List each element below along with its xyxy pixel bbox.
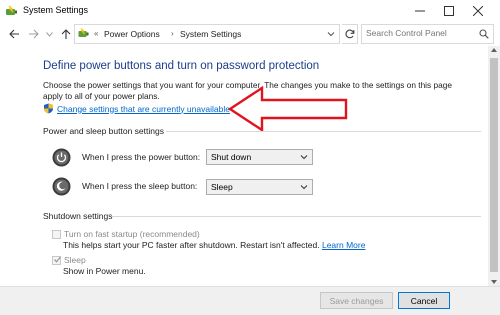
fast-startup-desc-text: This helps start your PC faster after sh… xyxy=(63,240,320,250)
breadcrumb-power-options[interactable]: Power Options xyxy=(104,29,160,39)
sleep-button-value: Sleep xyxy=(211,182,233,192)
minimize-icon xyxy=(415,10,425,12)
title-bar: System Settings xyxy=(0,0,500,22)
sleep-option-description: Show in Power menu. xyxy=(63,266,146,276)
scroll-down-icon[interactable] xyxy=(490,278,498,286)
search-input[interactable] xyxy=(366,28,476,38)
power-sleep-section-title: Power and sleep button settings xyxy=(43,126,164,136)
sleep-checkbox[interactable] xyxy=(52,256,61,265)
power-button-label: When I press the power button: xyxy=(82,152,201,162)
chevron-down-icon xyxy=(300,185,308,190)
arrow-right-icon xyxy=(28,29,39,39)
footer-bar: Save changes Cancel xyxy=(0,286,500,315)
cancel-button[interactable]: Cancel xyxy=(398,292,450,309)
search-icon xyxy=(479,29,489,39)
annotation-arrow xyxy=(228,86,348,132)
breadcrumb-separator[interactable]: › xyxy=(171,29,174,38)
address-bar[interactable]: « Power Options › System Settings xyxy=(74,24,340,44)
arrow-left-icon xyxy=(8,29,19,39)
refresh-icon xyxy=(344,29,354,39)
refresh-button[interactable] xyxy=(342,24,358,44)
minimize-button[interactable] xyxy=(406,0,434,22)
recent-locations-button[interactable] xyxy=(44,26,54,42)
vertical-scrollbar[interactable] xyxy=(488,46,500,286)
sleep-button-row: When I press the sleep button: Sleep xyxy=(52,177,313,196)
chevron-down-icon xyxy=(300,155,308,160)
back-button[interactable] xyxy=(7,26,21,42)
power-options-icon xyxy=(6,5,17,15)
breadcrumb-system-settings[interactable]: System Settings xyxy=(180,29,241,39)
uac-shield-icon xyxy=(44,103,53,114)
chevron-down-icon xyxy=(45,31,53,37)
up-button[interactable] xyxy=(59,26,73,42)
fast-startup-option[interactable]: Turn on fast startup (recommended) xyxy=(52,229,200,239)
arrow-up-icon xyxy=(61,28,71,39)
power-button-icon xyxy=(52,148,71,167)
navigation-bar: « Power Options › System Settings xyxy=(0,22,500,46)
section-divider xyxy=(112,216,481,217)
fast-startup-label: Turn on fast startup (recommended) xyxy=(64,229,200,239)
sleep-button-icon xyxy=(52,177,71,196)
maximize-button[interactable] xyxy=(435,0,463,22)
save-changes-button[interactable]: Save changes xyxy=(320,292,393,309)
breadcrumb-overflow[interactable]: « xyxy=(94,29,98,38)
control-panel-icon xyxy=(78,28,89,37)
close-icon xyxy=(473,6,483,16)
forward-button[interactable] xyxy=(26,26,40,42)
scroll-up-icon[interactable] xyxy=(490,46,498,54)
section-divider xyxy=(166,131,481,132)
change-settings-link[interactable]: Change settings that are currently unava… xyxy=(57,104,230,114)
scrollbar-thumb[interactable] xyxy=(490,58,498,272)
maximize-icon xyxy=(444,6,454,16)
sleep-option[interactable]: Sleep xyxy=(52,255,86,265)
sleep-button-label: When I press the sleep button: xyxy=(82,181,198,191)
power-button-select[interactable]: Shut down xyxy=(206,149,313,165)
fast-startup-description: This helps start your PC faster after sh… xyxy=(63,240,365,250)
close-button[interactable] xyxy=(464,0,492,22)
sleep-option-label: Sleep xyxy=(64,255,86,265)
search-box[interactable] xyxy=(361,24,494,44)
page-heading: Define power buttons and turn on passwor… xyxy=(43,60,320,72)
fast-startup-checkbox[interactable] xyxy=(52,230,61,239)
shutdown-section-title: Shutdown settings xyxy=(43,211,113,221)
chevron-down-icon[interactable] xyxy=(327,30,335,38)
sleep-button-select[interactable]: Sleep xyxy=(206,179,313,195)
checkmark-icon xyxy=(54,256,61,263)
learn-more-link[interactable]: Learn More xyxy=(322,240,365,250)
window-title: System Settings xyxy=(23,5,89,15)
power-button-row: When I press the power button: Shut down xyxy=(52,148,313,167)
change-settings-link-row[interactable]: Change settings that are currently unava… xyxy=(43,103,230,114)
power-button-value: Shut down xyxy=(211,152,252,162)
